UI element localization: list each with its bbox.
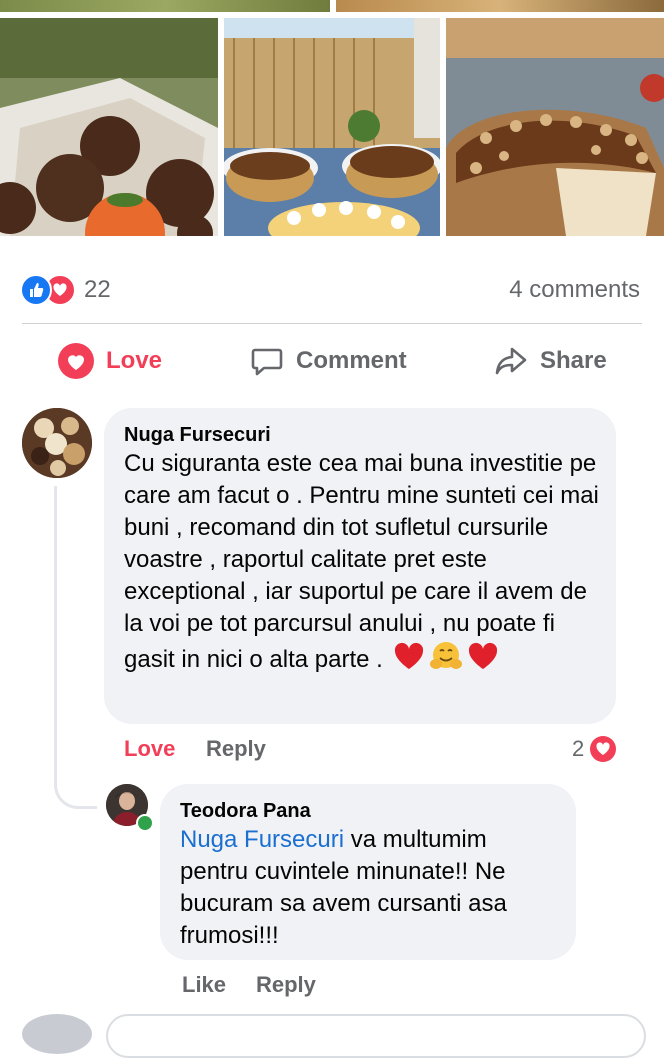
comment-author[interactable]: Teodora Pana (180, 800, 311, 823)
photo-top-left-partial[interactable] (0, 0, 330, 12)
share-button-label: Share (540, 347, 607, 374)
comment-reaction-count[interactable]: 2 (572, 736, 617, 762)
reply-bubble[interactable]: Teodora Pana Nuga Fursecuri va multumim … (160, 784, 576, 960)
love-icon (58, 343, 94, 379)
red-heart-emoji (393, 641, 425, 680)
avatar[interactable] (22, 1014, 92, 1054)
love-button-label: Love (106, 347, 163, 374)
comment-button-label: Comment (296, 347, 407, 374)
share-button[interactable]: Share (494, 336, 607, 386)
photo-top-right-partial[interactable] (336, 0, 664, 12)
chocolate-truffles-photo[interactable] (0, 18, 218, 236)
comment-icon (251, 348, 283, 376)
comment-reply-link[interactable]: Reply (256, 972, 316, 998)
share-icon (495, 347, 527, 375)
avatar[interactable] (22, 408, 92, 478)
hugging-face-emoji (429, 640, 463, 681)
comment-bubble[interactable]: Nuga Fursecuri Cu siguranta este cea mai… (104, 408, 616, 724)
reply-thread-line (54, 486, 97, 809)
comments-count[interactable]: 4 comments (509, 276, 640, 304)
red-heart-emoji (467, 641, 499, 680)
online-status-indicator (136, 814, 154, 832)
cakes-on-balcony-photo[interactable] (224, 18, 440, 236)
comment-reaction-number: 2 (572, 736, 585, 761)
like-icon (20, 274, 52, 306)
mention-link[interactable]: Nuga Fursecuri (180, 826, 344, 853)
love-button[interactable]: Love (58, 336, 162, 386)
comment-like-link[interactable]: Like (182, 972, 226, 998)
comment-love-link[interactable]: Love (124, 736, 175, 762)
cheesecake-slice-photo[interactable] (446, 18, 664, 236)
post-action-bar: Love Comment Share (0, 336, 664, 386)
divider (22, 323, 642, 324)
comment-body: Cu siguranta este cea mai buna investiti… (124, 450, 599, 673)
comment-author[interactable]: Nuga Fursecuri (124, 424, 271, 447)
reaction-count: 22 (84, 276, 111, 303)
comment-button[interactable]: Comment (250, 336, 407, 386)
love-icon (590, 736, 617, 762)
reaction-summary[interactable]: 22 (20, 272, 111, 308)
comment-reply-link[interactable]: Reply (206, 736, 266, 762)
comment-input[interactable] (106, 1014, 646, 1058)
comment-text: Nuga Fursecuri va multumim pentru cuvint… (180, 824, 560, 952)
comment-text: Cu siguranta este cea mai buna investiti… (124, 448, 604, 681)
